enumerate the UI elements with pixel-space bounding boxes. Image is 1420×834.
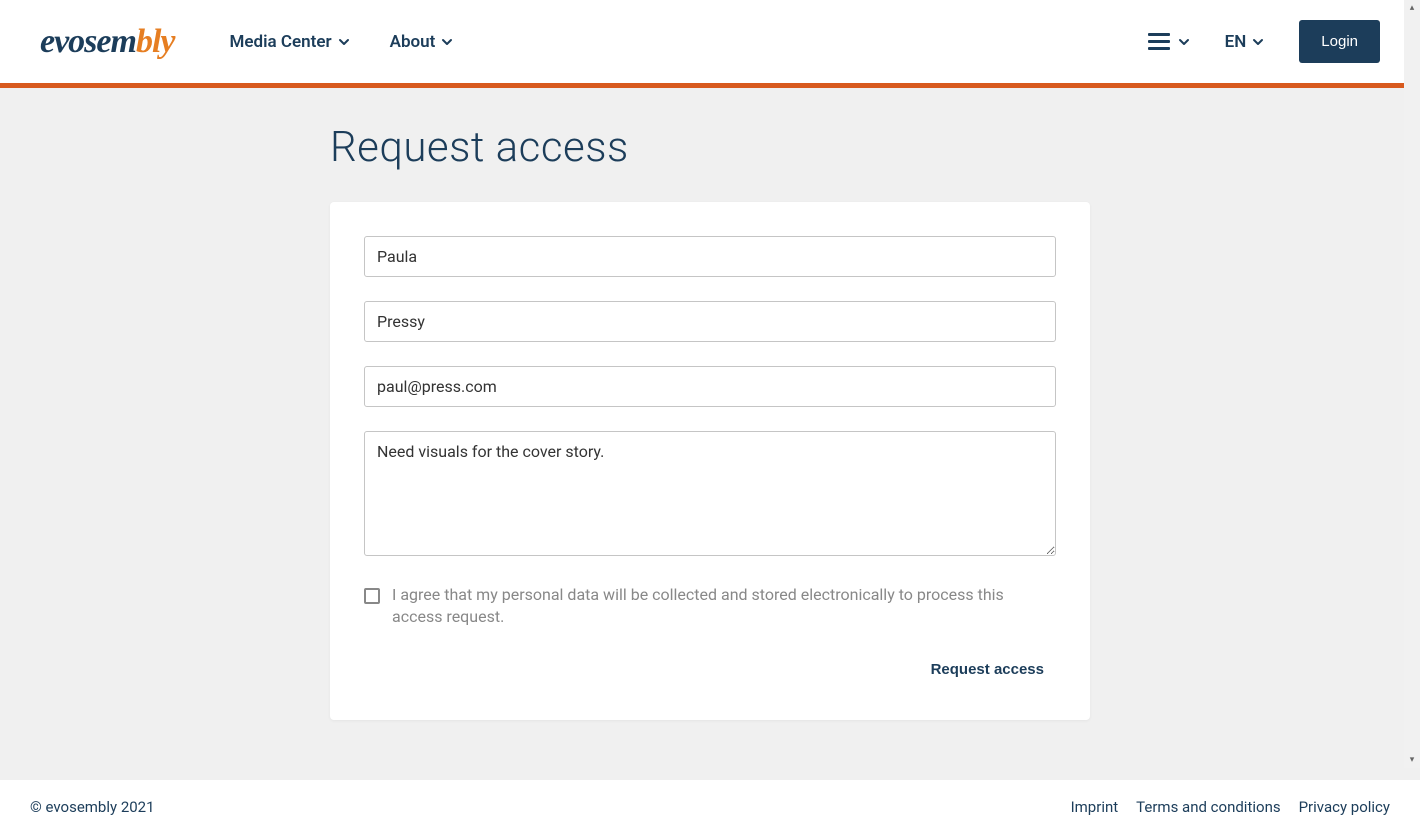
email-field[interactable] xyxy=(364,366,1056,407)
secondary-nav: EN Login xyxy=(1148,20,1380,63)
lastname-field[interactable] xyxy=(364,301,1056,342)
main-header: evosembly Media Center About EN xyxy=(0,0,1420,88)
footer-link-imprint[interactable]: Imprint xyxy=(1071,798,1119,816)
scroll-down-icon[interactable]: ▾ xyxy=(1404,752,1420,768)
message-field[interactable] xyxy=(364,431,1056,556)
firstname-field[interactable] xyxy=(364,236,1056,277)
scroll-up-icon[interactable]: ▴ xyxy=(1404,0,1420,16)
chevron-down-icon xyxy=(1178,36,1190,48)
nav-media-center[interactable]: Media Center xyxy=(230,32,350,52)
footer-link-privacy[interactable]: Privacy policy xyxy=(1299,798,1390,816)
nav-about-label: About xyxy=(390,32,436,52)
hamburger-icon xyxy=(1148,33,1170,50)
footer-link-terms[interactable]: Terms and conditions xyxy=(1136,798,1280,816)
menu-toggle[interactable] xyxy=(1148,33,1190,50)
request-form-card: I agree that my personal data will be co… xyxy=(330,202,1090,720)
request-access-button[interactable]: Request access xyxy=(919,653,1056,686)
language-label: EN xyxy=(1225,32,1247,52)
primary-nav: Media Center About xyxy=(230,32,454,52)
consent-label: I agree that my personal data will be co… xyxy=(392,584,1056,629)
footer-links: Imprint Terms and conditions Privacy pol… xyxy=(1071,798,1390,816)
brand-part2: bly xyxy=(136,23,175,60)
nav-about[interactable]: About xyxy=(390,32,454,52)
login-button[interactable]: Login xyxy=(1299,20,1380,63)
main-content: Request access I agree that my personal … xyxy=(0,88,1420,780)
brand-part1: evosem xyxy=(40,23,136,60)
page-footer: © evosembly 2021 Imprint Terms and condi… xyxy=(0,780,1420,834)
page-title: Request access xyxy=(330,123,1090,172)
nav-media-center-label: Media Center xyxy=(230,32,332,52)
chevron-down-icon xyxy=(1252,36,1264,48)
brand-logo[interactable]: evosembly xyxy=(40,23,175,61)
chevron-down-icon xyxy=(441,36,453,48)
consent-row: I agree that my personal data will be co… xyxy=(364,584,1056,629)
chevron-down-icon xyxy=(338,36,350,48)
consent-checkbox[interactable] xyxy=(364,588,380,604)
copyright-text: © evosembly 2021 xyxy=(30,798,155,816)
scrollbar-track[interactable]: ▴ ▾ xyxy=(1404,0,1420,768)
language-selector[interactable]: EN xyxy=(1225,32,1265,52)
